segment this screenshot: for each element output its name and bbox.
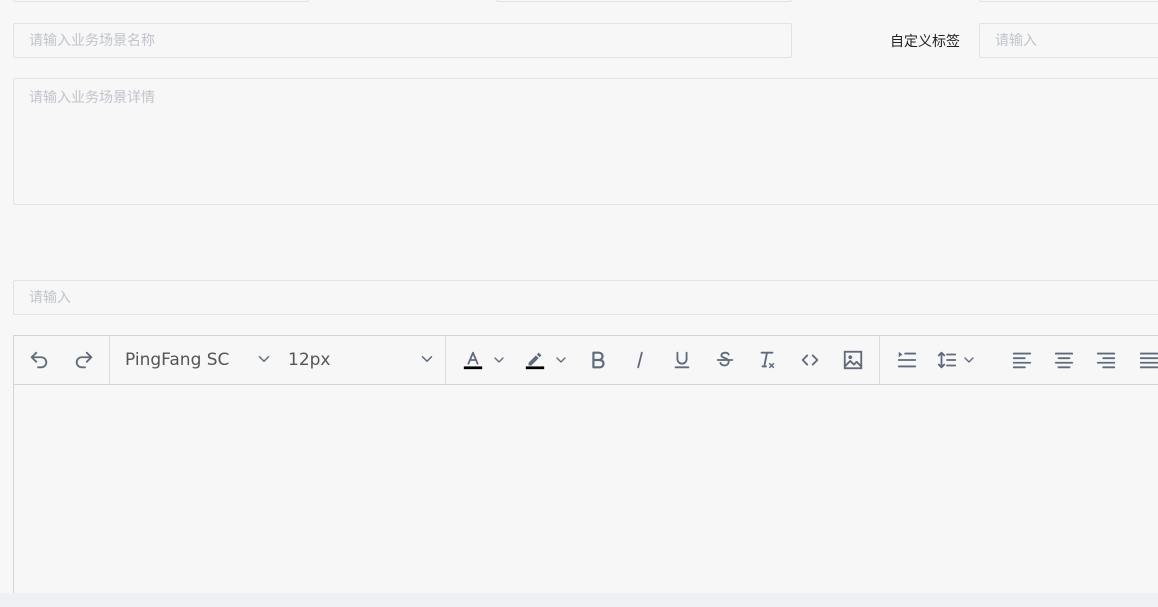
font-color-icon	[463, 351, 483, 370]
redo-button[interactable]	[70, 346, 98, 374]
page: 自定义标签 PingFang SC	[0, 0, 1158, 607]
paragraph-group	[880, 336, 1158, 384]
indent-icon	[897, 351, 917, 368]
font-color-dropdown[interactable]	[490, 346, 508, 374]
editor-content-area[interactable]	[14, 385, 1158, 604]
align-center-icon	[1054, 352, 1074, 369]
align-left-icon	[1012, 352, 1032, 369]
rich-text-editor: PingFang SC 12px	[13, 335, 1158, 605]
line-height-icon	[937, 351, 957, 369]
font-family-select[interactable]: PingFang SC	[125, 346, 273, 374]
align-left-button[interactable]	[1008, 346, 1036, 374]
chevron-down-icon	[421, 356, 433, 362]
underline-button[interactable]	[668, 346, 696, 374]
highlight-icon	[525, 352, 545, 370]
generic-input[interactable]	[13, 280, 1158, 315]
scene-name-input[interactable]	[13, 23, 792, 58]
code-button[interactable]	[796, 346, 824, 374]
italic-button[interactable]	[626, 346, 654, 374]
format-group	[446, 336, 880, 384]
chevron-down-icon	[964, 357, 974, 363]
highlight-dropdown[interactable]	[552, 346, 570, 374]
font-color-button[interactable]	[459, 346, 487, 374]
image-icon	[843, 350, 863, 370]
font-size-value: 12px	[288, 350, 331, 370]
top-field-2-edge[interactable]	[496, 0, 792, 2]
line-height-dropdown[interactable]	[960, 346, 978, 374]
bold-icon	[592, 351, 605, 369]
font-group: PingFang SC 12px	[110, 336, 446, 384]
align-right-button[interactable]	[1092, 346, 1120, 374]
bold-button[interactable]	[584, 346, 612, 374]
undo-icon	[30, 351, 48, 369]
scene-detail-textarea[interactable]	[13, 78, 1158, 205]
clear-format-icon	[760, 351, 775, 369]
image-button[interactable]	[839, 346, 867, 374]
chevron-down-icon	[494, 357, 504, 363]
chevron-down-icon	[556, 357, 566, 363]
code-icon	[801, 354, 819, 366]
strikethrough-button[interactable]	[711, 346, 739, 374]
align-justify-button[interactable]	[1135, 346, 1158, 374]
font-family-value: PingFang SC	[125, 350, 230, 370]
strikethrough-icon	[716, 351, 734, 367]
indent-button[interactable]	[893, 346, 921, 374]
redo-icon	[75, 351, 93, 369]
clear-format-button[interactable]	[753, 346, 781, 374]
top-field-1-edge[interactable]	[13, 0, 309, 2]
undo-button[interactable]	[25, 346, 53, 374]
underline-icon	[674, 351, 690, 369]
chevron-down-icon	[258, 356, 270, 362]
custom-tag-label: 自定义标签	[890, 34, 960, 50]
highlight-button[interactable]	[521, 346, 549, 374]
align-center-button[interactable]	[1050, 346, 1078, 374]
align-right-icon	[1096, 352, 1116, 369]
custom-tag-input[interactable]	[979, 23, 1158, 58]
editor-toolbar: PingFang SC 12px	[14, 336, 1158, 385]
font-size-select[interactable]: 12px	[288, 346, 436, 374]
top-field-3-edge[interactable]	[979, 0, 1158, 2]
bottom-bar	[0, 593, 1158, 607]
align-justify-icon	[1139, 352, 1158, 369]
history-group	[14, 336, 110, 384]
line-height-button[interactable]	[933, 346, 961, 374]
italic-icon	[637, 351, 643, 369]
